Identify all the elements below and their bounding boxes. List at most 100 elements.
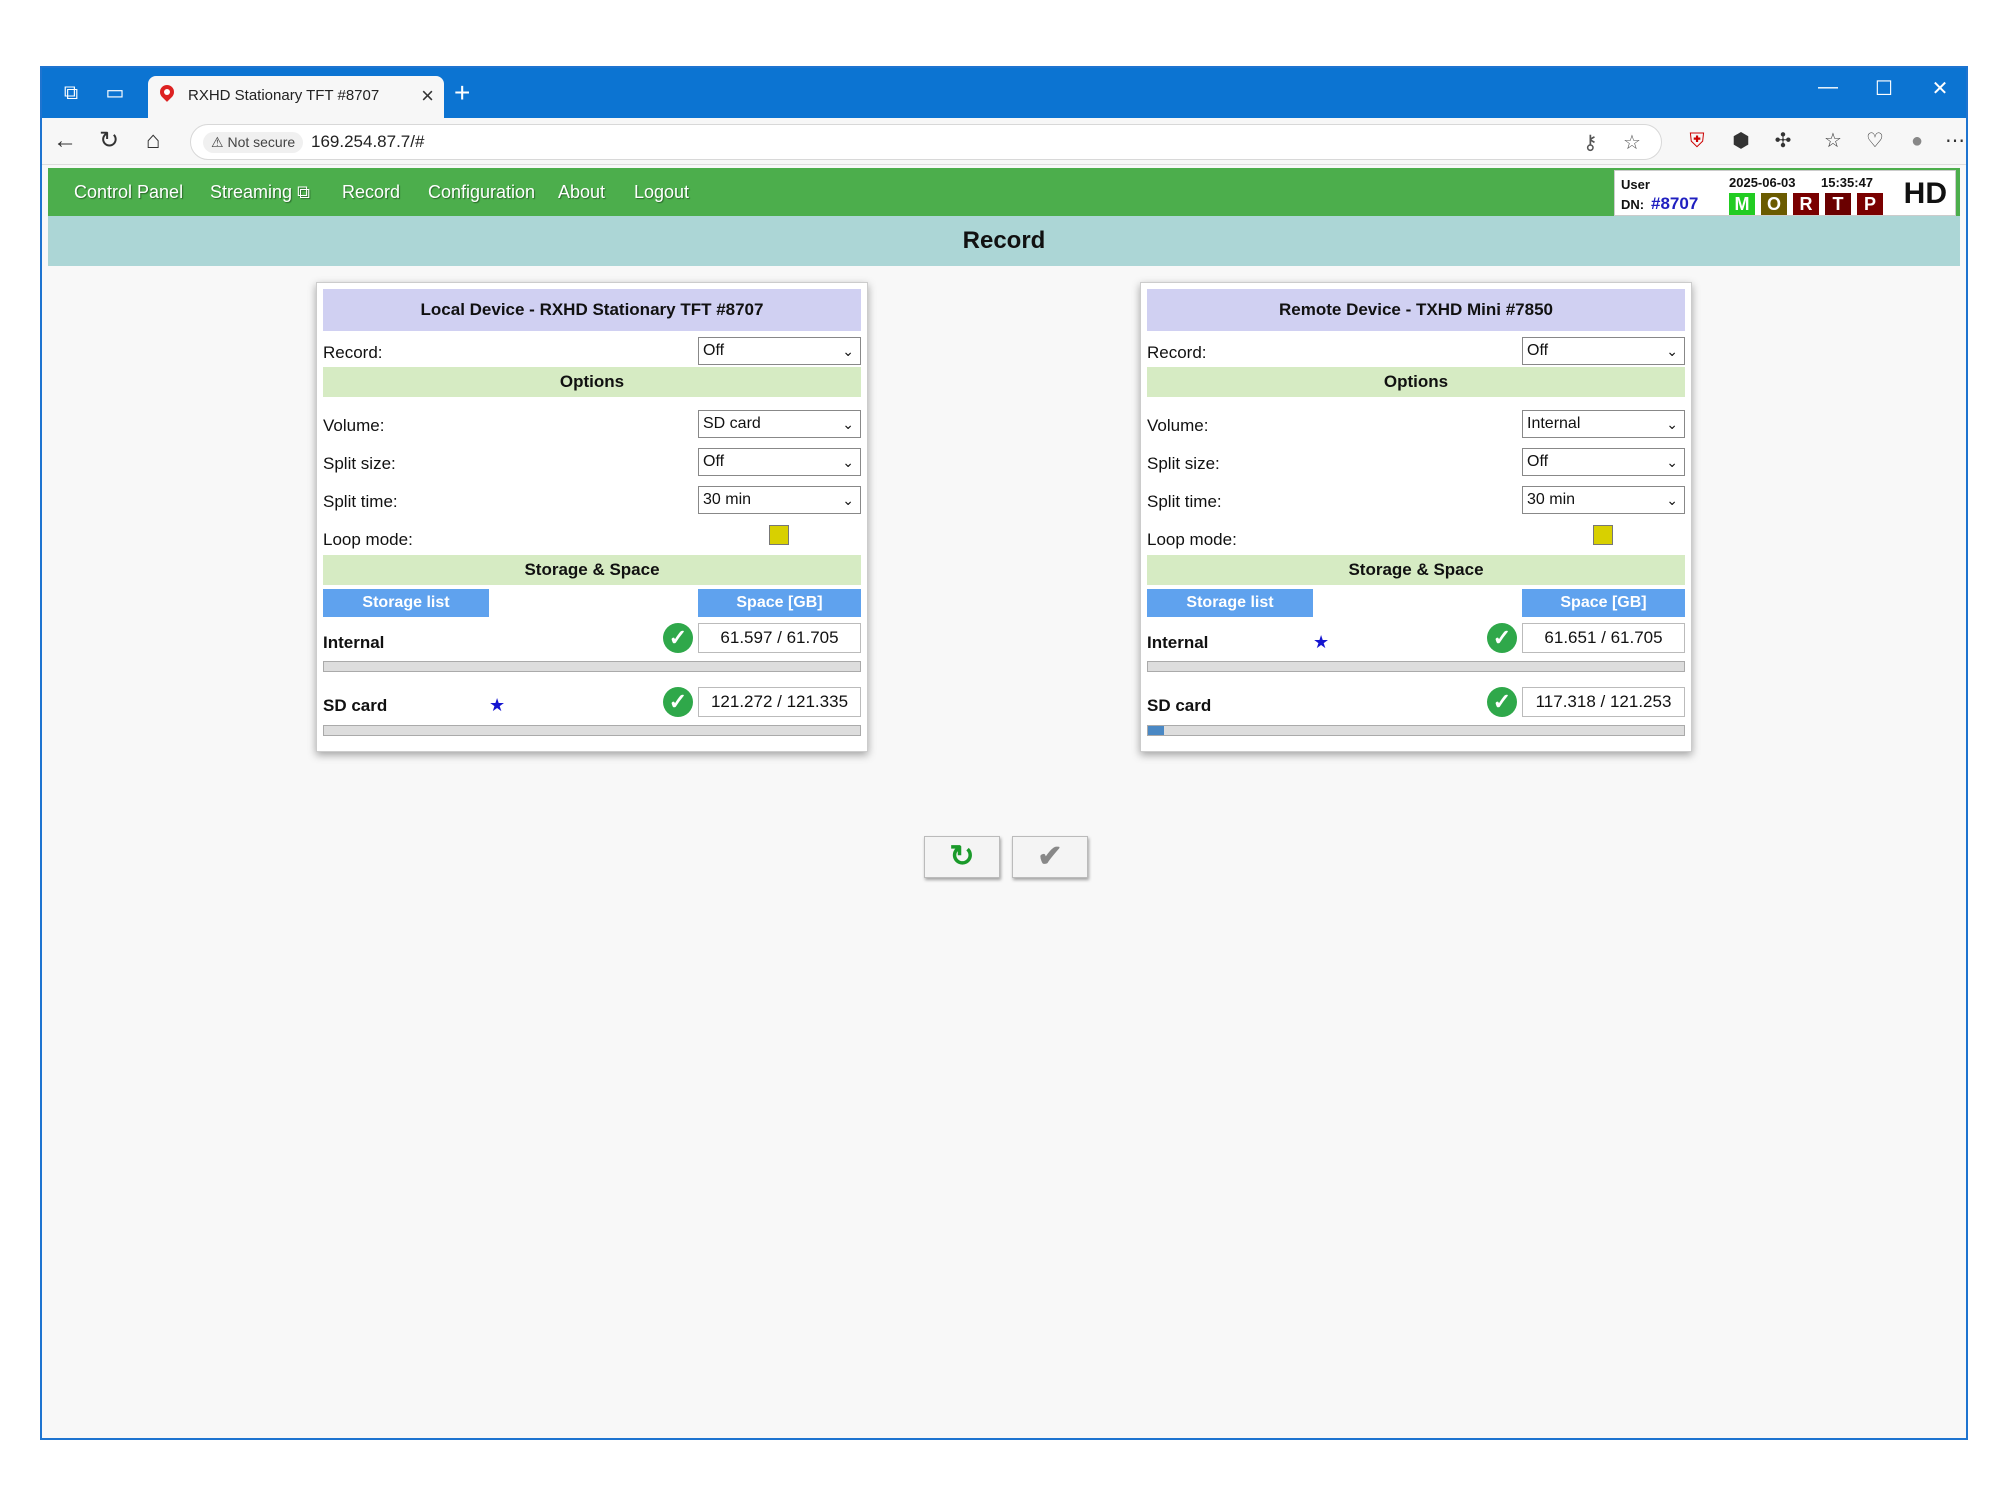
minimize-icon[interactable]: — <box>1808 76 1848 99</box>
nav-logout[interactable]: Logout <box>634 182 689 203</box>
usage-fill <box>1148 726 1165 735</box>
favorites-icon[interactable]: ☆ <box>1820 128 1846 154</box>
not-secure-label: Not secure <box>227 134 296 150</box>
chevron-down-icon: ⌄ <box>842 492 854 508</box>
key-icon[interactable]: ⚷ <box>1583 130 1598 155</box>
url-text[interactable]: 169.254.87.7/# <box>311 132 424 152</box>
close-tab-icon[interactable]: × <box>421 83 434 109</box>
extensions-icon[interactable]: ✣ <box>1770 128 1796 154</box>
local-storage-list-header: Storage list <box>323 589 489 617</box>
local-storage-sdcard-name: SD card <box>323 696 388 715</box>
remote-volume-value: Internal <box>1527 415 1581 432</box>
remote-storage-sdcard-name: SD card <box>1147 696 1212 715</box>
chevron-down-icon: ⌄ <box>842 416 854 432</box>
nav-streaming[interactable]: Streaming ⧉ <box>210 182 310 203</box>
status-time: 15:35:47 <box>1821 175 1874 190</box>
local-split-time-value: 30 min <box>703 491 752 508</box>
chevron-down-icon: ⌄ <box>1666 454 1678 470</box>
lamp-t: T <box>1825 193 1851 215</box>
dn-label: DN: <box>1621 197 1645 212</box>
nav-configuration[interactable]: Configuration <box>428 182 535 203</box>
local-split-size-value: Off <box>703 453 725 470</box>
remote-sdcard-usage-bar <box>1147 725 1685 736</box>
nav-control-panel[interactable]: Control Panel <box>74 182 183 203</box>
remote-options-header: Options <box>1147 367 1685 397</box>
status-box: User DN: #8707 2025-06-03 15:35:47 M O R… <box>1614 170 1956 216</box>
local-split-size-select[interactable]: Off ⌄ <box>698 448 861 476</box>
favorite-star-icon[interactable]: ☆ <box>1623 130 1641 155</box>
browser-essentials-icon[interactable]: ♡ <box>1862 128 1888 154</box>
local-sdcard-usage-bar <box>323 725 861 736</box>
site-pin-icon <box>157 82 177 102</box>
remote-space-header: Space [GB] <box>1522 589 1685 617</box>
remote-storage-header: Storage & Space <box>1147 555 1685 585</box>
split-time-label: Split time: <box>323 492 398 511</box>
default-star-icon: ★ <box>1313 632 1330 652</box>
volume-label: Volume: <box>1147 416 1209 435</box>
chevron-down-icon: ⌄ <box>1666 492 1678 508</box>
remote-split-size-value: Off <box>1527 453 1549 470</box>
hd-badge: HD <box>1903 177 1947 210</box>
local-space-header: Space [GB] <box>698 589 861 617</box>
maximize-icon[interactable]: ☐ <box>1864 76 1904 101</box>
remote-volume-select[interactable]: Internal ⌄ <box>1522 410 1685 438</box>
remote-loop-mode-checkbox[interactable] <box>1593 525 1613 545</box>
local-device-panel: Local Device - RXHD Stationary TFT #8707… <box>316 282 868 752</box>
local-loop-mode-checkbox[interactable] <box>769 525 789 545</box>
nav-record[interactable]: Record <box>342 182 400 203</box>
check-icon: ✓ <box>663 687 693 717</box>
local-record-value: Off <box>703 342 725 359</box>
lamp-r: R <box>1793 193 1819 215</box>
local-split-time-select[interactable]: 30 min ⌄ <box>698 486 861 514</box>
new-tab-icon[interactable]: + <box>454 77 470 109</box>
local-volume-select[interactable]: SD card ⌄ <box>698 410 861 438</box>
not-secure-badge[interactable]: ⚠ Not secure <box>203 132 304 153</box>
chevron-down-icon: ⌄ <box>842 343 854 359</box>
local-options-header: Options <box>323 367 861 397</box>
url-field[interactable]: ⚠ Not secure 169.254.87.7/# ⚷ ☆ <box>190 124 1662 160</box>
more-menu-icon[interactable]: ⋯ <box>1942 128 1968 154</box>
dn-value: #8707 <box>1651 194 1699 213</box>
external-link-icon: ⧉ <box>297 182 310 202</box>
remote-device-panel: Remote Device - TXHD Mini #7850 Record: … <box>1140 282 1692 752</box>
apply-button[interactable]: ✔ <box>1012 836 1088 878</box>
reload-icon[interactable]: ↻ <box>94 126 124 156</box>
local-sdcard-space: 121.272 / 121.335 <box>698 687 861 717</box>
status-date: 2025-06-03 <box>1729 175 1796 190</box>
back-icon[interactable]: ← <box>50 126 80 156</box>
local-internal-usage-bar <box>323 661 861 672</box>
address-bar: ← ↻ ⌂ ⚠ Not secure 169.254.87.7/# ⚷ ☆ ⛨ … <box>42 118 1966 165</box>
remote-internal-space: 61.651 / 61.705 <box>1522 623 1685 653</box>
site-nav-bar: Control Panel Streaming ⧉ Record Configu… <box>48 168 1960 216</box>
nav-about[interactable]: About <box>558 182 605 203</box>
remote-record-value: Off <box>1527 342 1549 359</box>
chevron-down-icon: ⌄ <box>1666 343 1678 359</box>
local-volume-value: SD card <box>703 415 761 432</box>
volume-label: Volume: <box>323 416 385 435</box>
vertical-tabs-icon[interactable]: ▭ <box>102 80 128 106</box>
loop-mode-label: Loop mode: <box>323 530 413 549</box>
remote-split-time-select[interactable]: 30 min ⌄ <box>1522 486 1685 514</box>
refresh-button[interactable]: ↻ <box>924 836 1000 878</box>
checkmark-icon: ✔ <box>1037 840 1063 873</box>
ublock-icon[interactable]: ⛨ <box>1684 128 1710 154</box>
close-window-icon[interactable]: ✕ <box>1920 76 1960 101</box>
extension-shield-icon[interactable]: ⬢ <box>1728 128 1754 154</box>
nav-streaming-label: Streaming <box>210 182 293 202</box>
remote-split-time-value: 30 min <box>1527 491 1576 508</box>
refresh-icon: ↻ <box>949 840 975 873</box>
browser-tab[interactable]: RXHD Stationary TFT #8707 × <box>148 76 444 118</box>
page-title-bar: Record <box>48 216 1960 266</box>
remote-split-size-select[interactable]: Off ⌄ <box>1522 448 1685 476</box>
home-icon[interactable]: ⌂ <box>138 126 168 156</box>
split-time-label: Split time: <box>1147 492 1222 511</box>
chevron-down-icon: ⌄ <box>1666 416 1678 432</box>
profile-avatar-icon[interactable]: ● <box>1904 128 1930 154</box>
lamp-o: O <box>1761 193 1787 215</box>
local-internal-space: 61.597 / 61.705 <box>698 623 861 653</box>
local-record-select[interactable]: Off ⌄ <box>698 337 861 365</box>
remote-storage-internal-name: Internal <box>1147 633 1209 652</box>
remote-record-select[interactable]: Off ⌄ <box>1522 337 1685 365</box>
workspaces-icon[interactable]: ⧉ <box>58 80 84 106</box>
check-icon: ✓ <box>663 623 693 653</box>
